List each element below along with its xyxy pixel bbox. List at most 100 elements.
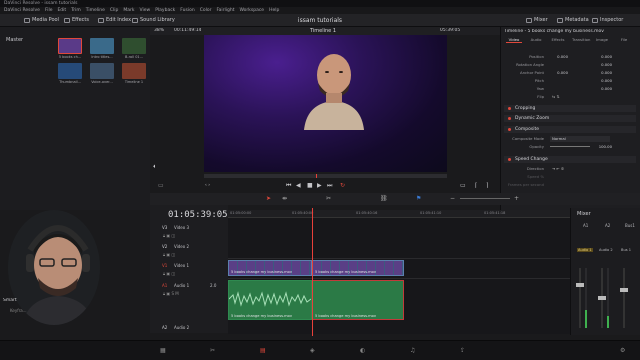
position-y[interactable]: 0.000: [592, 54, 612, 59]
go-to-end-icon[interactable]: ⏭: [327, 182, 332, 190]
menu-item[interactable]: File: [45, 7, 53, 14]
audio-clip[interactable]: 5 books change my business.mov: [228, 280, 312, 320]
clip-thumbnail[interactable]: [58, 63, 82, 79]
menu-item[interactable]: Color: [200, 7, 212, 14]
tab-image[interactable]: Image: [594, 37, 610, 42]
flag-icon[interactable]: ⚑: [416, 195, 421, 202]
menu-item[interactable]: DaVinci Resolve: [4, 7, 40, 14]
loop-icon[interactable]: ↻: [340, 182, 345, 190]
trim-tool-icon[interactable]: ⇹: [282, 195, 287, 202]
timeline-tracks[interactable]: 5 books change my business.mov 5 books c…: [228, 218, 570, 334]
flip-icons[interactable]: ⇆ ⇅: [552, 94, 560, 99]
tab-video[interactable]: Video: [506, 37, 522, 43]
tab-file[interactable]: File: [616, 37, 632, 42]
anchor-y[interactable]: 0.000: [592, 70, 612, 75]
menu-item[interactable]: Fairlight: [216, 7, 234, 14]
viewer-timeline-name[interactable]: Timeline 1: [310, 28, 336, 34]
menu-item[interactable]: Help: [269, 7, 279, 14]
zoom-in-icon[interactable]: +: [514, 195, 519, 202]
color-page-icon[interactable]: ◐: [360, 347, 365, 354]
menu-item[interactable]: Workspace: [239, 7, 264, 14]
match-frame-icon[interactable]: ▭: [460, 182, 466, 190]
play-icon[interactable]: ▶: [317, 182, 322, 190]
track-lock-icon[interactable]: 🔒︎ ▣ ◫: [163, 233, 175, 238]
menu-item[interactable]: Fusion: [180, 7, 194, 14]
zoom-out-icon[interactable]: −: [450, 195, 455, 202]
zoom-slider[interactable]: [460, 198, 510, 199]
menu-item[interactable]: Trim: [71, 7, 81, 14]
fusion-page-icon[interactable]: ◈: [310, 347, 315, 354]
mark-out-icon[interactable]: ⌉: [486, 182, 488, 190]
direction-icons[interactable]: ⇥ ⇤ ✲: [552, 166, 564, 171]
audio-clip[interactable]: 5 books change my business.mov: [312, 280, 404, 320]
track-tag-v3[interactable]: V3: [162, 225, 167, 230]
mixer-label-bus1[interactable]: Bus 1: [621, 248, 631, 252]
mark-in-icon[interactable]: ⌈: [475, 182, 477, 190]
section-speed-change[interactable]: Speed Change: [504, 156, 636, 163]
menu-item[interactable]: Mark: [123, 7, 134, 14]
transform-anchor-row[interactable]: Anchor Point 0.000 0.000: [504, 70, 636, 76]
reverse-play-icon[interactable]: ◀: [296, 182, 301, 190]
section-dynamic-zoom[interactable]: Dynamic Zoom: [504, 115, 636, 122]
track-tag-v2[interactable]: V2: [162, 244, 167, 249]
mixer-button[interactable]: Mixer: [526, 16, 548, 25]
go-to-start-icon[interactable]: ⏮: [286, 182, 291, 190]
transform-pitch-row[interactable]: Pitch 0.000: [504, 78, 636, 84]
menu-item[interactable]: Edit: [57, 7, 66, 14]
yaw-value[interactable]: 0.000: [592, 86, 612, 91]
composite-mode-row[interactable]: Composite Mode Normal: [504, 136, 636, 142]
scrubber-playhead[interactable]: [316, 174, 317, 178]
mixer-label-a1[interactable]: Audio 1: [577, 248, 593, 252]
anchor-x[interactable]: 0.000: [552, 70, 568, 75]
fader-a2[interactable]: [598, 296, 606, 300]
menu-item[interactable]: Timeline: [86, 7, 105, 14]
video-viewer[interactable]: [204, 35, 447, 172]
opacity-value[interactable]: 100.00: [592, 144, 612, 149]
cut-page-icon[interactable]: ✂: [210, 347, 215, 354]
track-lock-icon[interactable]: 🔒︎ ▣ ◫: [163, 271, 175, 276]
section-composite[interactable]: Composite: [504, 126, 636, 133]
composite-mode-select[interactable]: Normal: [550, 136, 610, 142]
viewer-scrubber[interactable]: [204, 174, 447, 178]
selection-tool-icon[interactable]: ➤: [266, 195, 271, 202]
clip-thumbnail[interactable]: [90, 38, 114, 54]
direction-row[interactable]: Direction ⇥ ⇤ ✲: [504, 166, 636, 172]
timeline-playhead[interactable]: [312, 208, 313, 336]
clip-thumbnail[interactable]: [90, 63, 114, 79]
opacity-row[interactable]: Opacity 100.00: [504, 144, 636, 150]
razor-tool-icon[interactable]: ✂: [326, 195, 331, 202]
media-page-icon[interactable]: ▦: [160, 347, 166, 354]
clip-thumbnail[interactable]: [58, 38, 82, 54]
viewer-zoom[interactable]: 38%: [154, 28, 164, 33]
menu-item[interactable]: View: [140, 7, 151, 14]
stop-icon[interactable]: ■: [307, 182, 313, 190]
track-lock-icon[interactable]: 🔒︎ ▣ ◫: [163, 252, 175, 257]
clip-thumbnail[interactable]: [122, 63, 146, 79]
timeline-ruler[interactable]: 01:05:00:00 01:05:40:00 01:05:40:16 01:0…: [228, 210, 570, 218]
track-lock-icon[interactable]: 🔒︎ ▣ S M: [163, 291, 179, 296]
tab-audio[interactable]: Audio: [528, 37, 544, 42]
transform-position-row[interactable]: Position 0.000 0.000: [504, 54, 636, 60]
track-tag-a2[interactable]: A2: [162, 325, 167, 330]
rotation-value[interactable]: 0.000: [592, 62, 612, 67]
mixer-label-a2[interactable]: Audio 2: [599, 248, 613, 252]
link-icon[interactable]: ⛓: [380, 195, 388, 202]
pitch-value[interactable]: 0.000: [592, 78, 612, 83]
video-clip[interactable]: 5 books change my business.mov: [312, 260, 404, 276]
transform-rotation-row[interactable]: Rotation Angle 0.000: [504, 62, 636, 68]
inspector-button[interactable]: Inspector: [592, 16, 623, 25]
menu-item[interactable]: Playback: [155, 7, 175, 14]
master-folder[interactable]: Master: [6, 37, 23, 43]
transform-flip-row[interactable]: Flip ⇆ ⇅: [504, 94, 636, 100]
tab-effects[interactable]: Effects: [550, 37, 566, 42]
crop-icon[interactable]: ▭: [158, 182, 164, 190]
fairlight-page-icon[interactable]: ♫: [410, 347, 415, 354]
fader-a1[interactable]: [576, 283, 584, 287]
settings-icon[interactable]: ⚙: [620, 347, 625, 354]
deliver-page-icon[interactable]: ⇪: [460, 347, 465, 354]
clip-thumbnail[interactable]: [122, 38, 146, 54]
fader-bus1[interactable]: [620, 288, 628, 292]
opacity-slider[interactable]: [550, 146, 590, 147]
viewer-jog-icon[interactable]: ⏴: [153, 164, 156, 170]
menu-item[interactable]: Clip: [110, 7, 119, 14]
